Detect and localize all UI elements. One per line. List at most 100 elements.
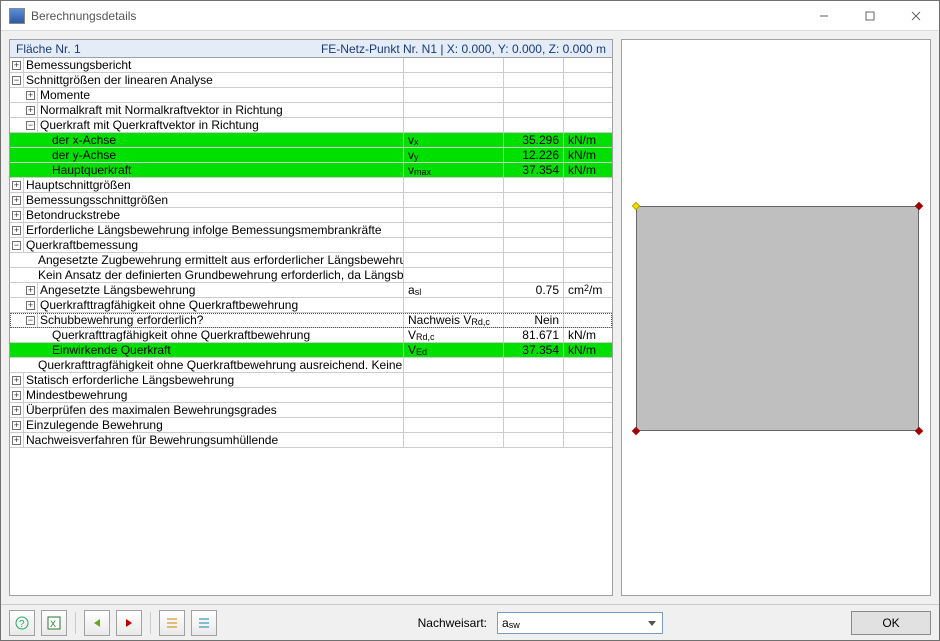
- tree-label: Hauptschnittgrößen: [24, 178, 404, 192]
- minimize-button[interactable]: [801, 1, 847, 30]
- tree-row-highlighted[interactable]: Einwirkende Querkraft VEd 37.354 kN/m: [10, 343, 612, 358]
- tree-label: Statisch erforderliche Längsbewehrung: [24, 373, 404, 387]
- unit-cell: kN/m: [564, 343, 612, 357]
- tree-label: Querkraftbemessung: [24, 238, 404, 252]
- tree-row[interactable]: + Normalkraft mit Normalkraftvektor in R…: [10, 103, 612, 118]
- ok-button[interactable]: OK: [851, 611, 931, 635]
- tree-row[interactable]: + Überprüfen des maximalen Bewehrungsgra…: [10, 403, 612, 418]
- window-title: Berechnungsdetails: [31, 9, 801, 23]
- expand-toggle[interactable]: +: [24, 298, 38, 312]
- tree-row[interactable]: + Nachweisverfahren für Bewehrungsumhüll…: [10, 433, 612, 448]
- tree-row[interactable]: + Einzulegende Bewehrung: [10, 418, 612, 433]
- tree-label: Betondruckstrebe: [24, 208, 404, 222]
- tree-row[interactable]: − Schnittgrößen der linearen Analyse: [10, 73, 612, 88]
- symbol-cell: VRd,c: [404, 328, 504, 342]
- tree-row[interactable]: Kein Ansatz der definierten Grundbewehru…: [10, 268, 612, 283]
- expand-toggle[interactable]: +: [10, 178, 24, 192]
- dialog-window: Berechnungsdetails Fläche Nr. 1 FE-Netz-…: [0, 0, 940, 641]
- value-cell: 37.354: [504, 163, 564, 177]
- symbol-cell: [404, 58, 504, 72]
- collapse-toggle[interactable]: −: [10, 238, 24, 252]
- tree-row[interactable]: + Mindestbewehrung: [10, 388, 612, 403]
- next-button[interactable]: [116, 610, 142, 636]
- tree-row[interactable]: + Statisch erforderliche Längsbewehrung: [10, 373, 612, 388]
- tree-label: Momente: [38, 88, 404, 102]
- collapse-all-button[interactable]: [191, 610, 217, 636]
- nachweisart-select[interactable]: asw: [497, 612, 663, 634]
- tree-row[interactable]: Querkrafttragfähigkeit ohne Querkraftbew…: [10, 358, 612, 373]
- collapse-toggle[interactable]: −: [10, 73, 24, 87]
- tree-row[interactable]: + Querkrafttragfähigkeit ohne Querkraftb…: [10, 298, 612, 313]
- tree-row[interactable]: + Betondruckstrebe: [10, 208, 612, 223]
- tree-label: Querkrafttragfähigkeit ohne Querkraftbew…: [38, 328, 404, 342]
- value-cell: 37.354: [504, 343, 564, 357]
- excel-export-button[interactable]: X: [41, 610, 67, 636]
- expand-toggle[interactable]: +: [24, 283, 38, 297]
- unit-cell: [564, 58, 612, 72]
- node-marker: [915, 427, 923, 435]
- expand-toggle[interactable]: +: [10, 193, 24, 207]
- tree-label: der y-Achse: [38, 148, 404, 162]
- prev-button[interactable]: [84, 610, 110, 636]
- tree-row[interactable]: + Momente: [10, 88, 612, 103]
- surface-shape: [636, 206, 919, 431]
- expand-toggle[interactable]: +: [10, 418, 24, 432]
- window-buttons: [801, 1, 939, 30]
- symbol-cell: vy: [404, 148, 504, 162]
- tree-label: Überprüfen des maximalen Bewehrungsgrade…: [24, 403, 404, 417]
- tree-label: Schubbewehrung erforderlich?: [38, 313, 404, 327]
- tree-row[interactable]: Querkrafttragfähigkeit ohne Querkraftbew…: [10, 328, 612, 343]
- tree-row[interactable]: + Bemessungsschnittgrößen: [10, 193, 612, 208]
- value-cell: Nein: [504, 313, 564, 327]
- tree-label: Querkrafttragfähigkeit ohne Querkraftbew…: [24, 358, 404, 372]
- value-cell: 81.671: [504, 328, 564, 342]
- tree-row-highlighted[interactable]: Hauptquerkraft vmax 37.354 kN/m: [10, 163, 612, 178]
- tree-row[interactable]: + Angesetzte Längsbewehrung asl 0.75 cm2…: [10, 283, 612, 298]
- toolbar-separator: [75, 612, 76, 634]
- expand-toggle[interactable]: +: [10, 373, 24, 387]
- app-icon: [9, 8, 25, 24]
- tree-label: Einwirkende Querkraft: [38, 343, 404, 357]
- list-view-button[interactable]: [159, 610, 185, 636]
- toolbar: ? X Nachweisart: asw OK: [1, 604, 939, 640]
- tree-row-focused[interactable]: − Schubbewehrung erforderlich? Nachweis …: [10, 313, 612, 328]
- symbol-cell: vmax: [404, 163, 504, 177]
- tree-row[interactable]: − Querkraftbemessung: [10, 238, 612, 253]
- tree-row[interactable]: + Erforderliche Längsbewehrung infolge B…: [10, 223, 612, 238]
- tree-row[interactable]: + Bemessungsbericht: [10, 58, 612, 73]
- tree-label: Nachweisverfahren für Bewehrungsumhüllen…: [24, 433, 404, 447]
- tree-label: Kein Ansatz der definierten Grundbewehru…: [24, 268, 404, 282]
- tree-row-highlighted[interactable]: der x-Achse vx 35.296 kN/m: [10, 133, 612, 148]
- collapse-toggle[interactable]: −: [24, 118, 38, 132]
- tree-row[interactable]: + Hauptschnittgrößen: [10, 178, 612, 193]
- header-left: Fläche Nr. 1: [16, 42, 321, 56]
- help-button[interactable]: ?: [9, 610, 35, 636]
- close-button[interactable]: [893, 1, 939, 30]
- toolbar-separator: [150, 612, 151, 634]
- expand-toggle[interactable]: +: [10, 58, 24, 72]
- expand-toggle[interactable]: +: [10, 433, 24, 447]
- unit-cell: kN/m: [564, 163, 612, 177]
- tree[interactable]: + Bemessungsbericht − Schnittgrößen der …: [10, 58, 612, 595]
- tree-row-highlighted[interactable]: der y-Achse vy 12.226 kN/m: [10, 148, 612, 163]
- titlebar: Berechnungsdetails: [1, 1, 939, 31]
- expand-toggle[interactable]: +: [24, 103, 38, 117]
- collapse-toggle[interactable]: −: [24, 313, 38, 327]
- expand-toggle[interactable]: +: [10, 208, 24, 222]
- expand-toggle[interactable]: +: [24, 88, 38, 102]
- expand-toggle[interactable]: +: [10, 403, 24, 417]
- maximize-button[interactable]: [847, 1, 893, 30]
- select-value: a: [502, 616, 509, 630]
- tree-label: Erforderliche Längsbewehrung infolge Bem…: [24, 223, 404, 237]
- tree-label: Einzulegende Bewehrung: [24, 418, 404, 432]
- tree-row[interactable]: Angesetzte Zugbewehrung ermittelt aus er…: [10, 253, 612, 268]
- model-view-pane[interactable]: [621, 39, 931, 596]
- unit-cell: kN/m: [564, 148, 612, 162]
- expand-toggle[interactable]: +: [10, 388, 24, 402]
- tree-label: Hauptquerkraft: [38, 163, 404, 177]
- unit-cell: kN/m: [564, 328, 612, 342]
- expand-toggle[interactable]: +: [10, 223, 24, 237]
- tree-row[interactable]: − Querkraft mit Querkraftvektor in Richt…: [10, 118, 612, 133]
- svg-text:X: X: [50, 619, 56, 629]
- tree-label: Querkrafttragfähigkeit ohne Querkraftbew…: [38, 298, 404, 312]
